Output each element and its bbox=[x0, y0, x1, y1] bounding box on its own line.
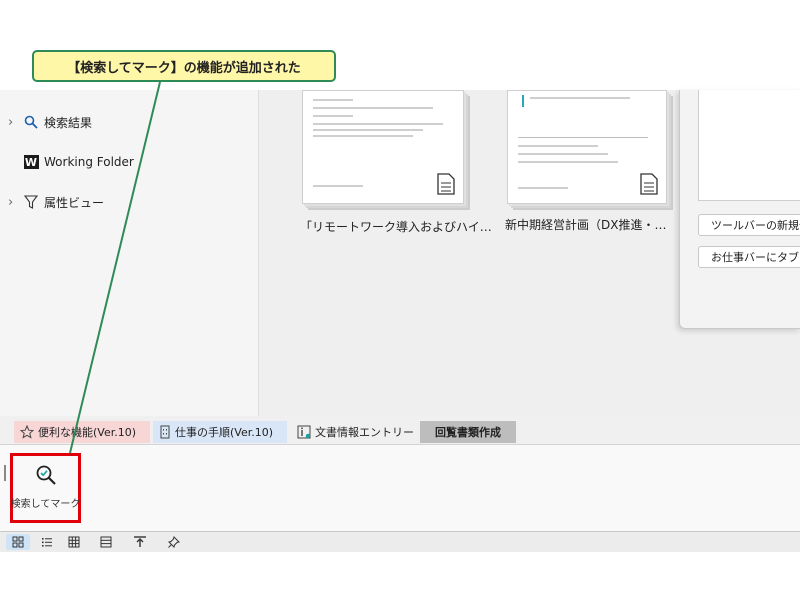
callout-leader-line bbox=[69, 81, 161, 454]
